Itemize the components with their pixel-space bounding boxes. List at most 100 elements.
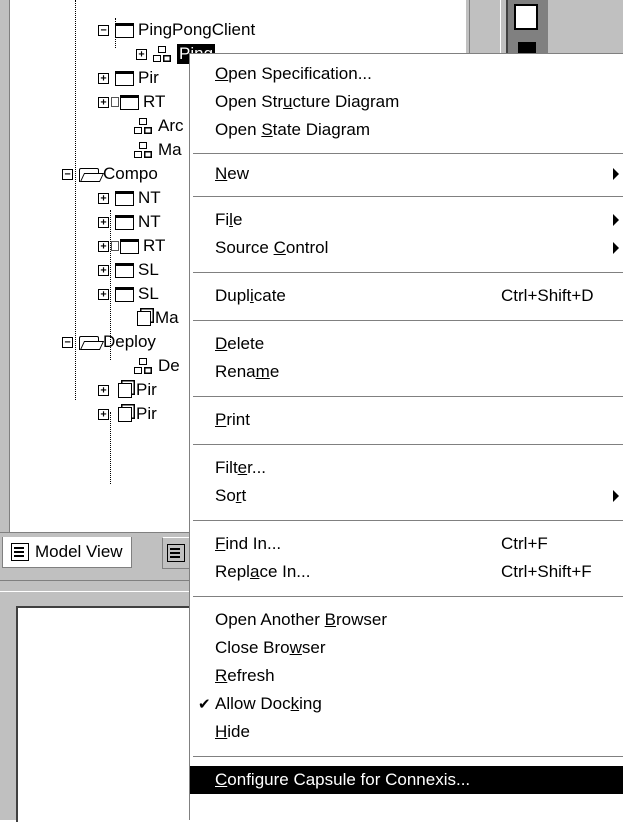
menu-item-open-state-diagram[interactable]: Open State Diagram — [190, 116, 623, 144]
menu-separator — [193, 756, 623, 758]
tree-item[interactable]: Ma — [134, 138, 182, 162]
menu-item-label: Close Browser — [215, 638, 326, 657]
tree-item[interactable]: + Pir — [98, 66, 159, 90]
tree-item-label: Pir — [136, 380, 157, 399]
folder-icon — [115, 190, 134, 206]
expand-icon[interactable]: + — [98, 192, 109, 204]
submenu-arrow-icon — [613, 490, 619, 502]
tree-item-label: Pir — [136, 404, 157, 423]
collapse-icon[interactable]: − — [62, 168, 73, 180]
diagram-icon — [134, 142, 154, 158]
menu-item-open-another-browser[interactable]: Open Another Browser — [190, 606, 623, 634]
tree-item[interactable]: − Compo — [62, 162, 158, 186]
submenu-arrow-icon — [613, 242, 619, 254]
menu-item-open-specification[interactable]: Open Specification... — [190, 60, 623, 88]
context-menu[interactable]: Open Specification... Open Structure Dia… — [189, 53, 623, 820]
menu-item-delete[interactable]: Delete — [190, 330, 623, 358]
tree-item-label: RT — [143, 92, 166, 111]
capsule-tool-icon[interactable] — [514, 4, 538, 30]
collapse-icon[interactable]: − — [98, 24, 109, 36]
menu-shortcut: Ctrl+Shift+F — [501, 562, 592, 581]
tree-item-label: Arc — [158, 116, 184, 135]
lock-icon — [111, 97, 119, 107]
tree-item-label: Compo — [103, 164, 158, 183]
menu-item-close-browser[interactable]: Close Browser — [190, 634, 623, 662]
tree-item[interactable]: + RT — [98, 90, 165, 114]
menu-separator — [193, 444, 623, 446]
menu-item-file[interactable]: File — [190, 206, 623, 234]
checkmark-icon: ✔ — [198, 696, 211, 713]
diagram-icon — [134, 118, 154, 134]
menu-item-label: File — [215, 210, 243, 229]
tree-item-label: NT — [138, 188, 161, 207]
expand-icon[interactable]: + — [98, 216, 109, 228]
expand-icon[interactable]: + — [98, 72, 109, 84]
expand-icon[interactable]: + — [136, 48, 147, 60]
menu-item-replace-in[interactable]: Replace In... Ctrl+Shift+F — [190, 558, 623, 586]
menu-item-refresh[interactable]: Refresh — [190, 662, 623, 690]
menu-item-open-structure-diagram[interactable]: Open Structure Diagram — [190, 88, 623, 116]
menu-item-find-in[interactable]: Find In... Ctrl+F — [190, 530, 623, 558]
folder-icon — [115, 22, 134, 38]
tree-item[interactable]: − Deploy — [62, 330, 156, 354]
menu-item-label: Print — [215, 410, 250, 429]
folder-icon — [115, 70, 134, 86]
expand-icon[interactable]: + — [98, 96, 109, 108]
folder-icon — [115, 214, 134, 230]
menu-item-label: Sort — [215, 486, 247, 505]
tree-item[interactable]: − PingPongClient — [98, 18, 255, 42]
menu-separator — [193, 320, 623, 322]
menu-item-label: Refresh — [215, 666, 275, 685]
menu-item-print[interactable]: Print — [190, 406, 623, 434]
collapse-icon[interactable]: − — [62, 336, 73, 348]
menu-item-duplicate[interactable]: Duplicate Ctrl+Shift+D — [190, 282, 623, 310]
open-folder-icon — [79, 166, 99, 182]
menu-item-source-control[interactable]: Source Control — [190, 234, 623, 262]
menu-item-hide[interactable]: Hide — [190, 718, 623, 746]
menu-item-label: Duplicate — [215, 286, 286, 305]
tree-item[interactable]: De — [134, 354, 180, 378]
tree-item[interactable]: + NT — [98, 210, 161, 234]
menu-item-configure-capsule-for-connexis[interactable]: Configure Capsule for Connexis... — [190, 766, 623, 794]
menu-item-label: Replace In... — [215, 562, 311, 581]
submenu-arrow-icon — [613, 214, 619, 226]
menu-item-label: Open Another Browser — [215, 610, 387, 629]
tree-item[interactable]: + SL — [98, 282, 159, 306]
tree-item[interactable]: + Pir — [98, 378, 157, 402]
menu-item-label: Open Structure Diagram — [215, 92, 400, 111]
tree-item[interactable]: + SL — [98, 258, 159, 282]
expand-icon[interactable]: + — [98, 384, 109, 396]
node-icon — [118, 382, 132, 398]
expand-icon[interactable]: + — [98, 264, 109, 276]
menu-item-new[interactable]: New — [190, 160, 623, 188]
view-icon — [167, 544, 185, 562]
tree-item-label: Ma — [155, 308, 179, 327]
expand-icon[interactable]: + — [98, 408, 109, 420]
tab-model-view[interactable]: Model View — [2, 537, 132, 568]
tree-item-label: NT — [138, 212, 161, 231]
folder-icon — [120, 94, 139, 110]
expand-icon[interactable]: + — [98, 240, 109, 252]
tree-item[interactable]: Arc — [134, 114, 184, 138]
menu-item-label: Hide — [215, 722, 250, 741]
menu-item-label: Open Specification... — [215, 64, 372, 83]
menu-item-label: Open State Diagram — [215, 120, 370, 139]
menu-item-rename[interactable]: Rename — [190, 358, 623, 386]
menu-separator — [193, 520, 623, 522]
tree-item-label: SL — [138, 284, 159, 303]
menu-item-label: Delete — [215, 334, 265, 353]
folder-icon — [115, 286, 134, 302]
tree-item[interactable]: Ma — [134, 306, 179, 330]
tree-item[interactable]: + NT — [98, 186, 161, 210]
tree-item[interactable]: + Pir — [98, 402, 157, 426]
menu-item-label: New — [215, 164, 250, 183]
menu-separator — [193, 272, 623, 274]
menu-item-filter[interactable]: Filter... — [190, 454, 623, 482]
menu-item-sort[interactable]: Sort — [190, 482, 623, 510]
tree-item[interactable]: + RT — [98, 234, 165, 258]
tree-item-label: Ma — [158, 140, 182, 159]
expand-icon[interactable]: + — [98, 288, 109, 300]
tab-label: Model View — [35, 542, 123, 561]
menu-item-allow-docking[interactable]: ✔ Allow Docking — [190, 690, 623, 718]
menu-separator — [193, 196, 623, 198]
